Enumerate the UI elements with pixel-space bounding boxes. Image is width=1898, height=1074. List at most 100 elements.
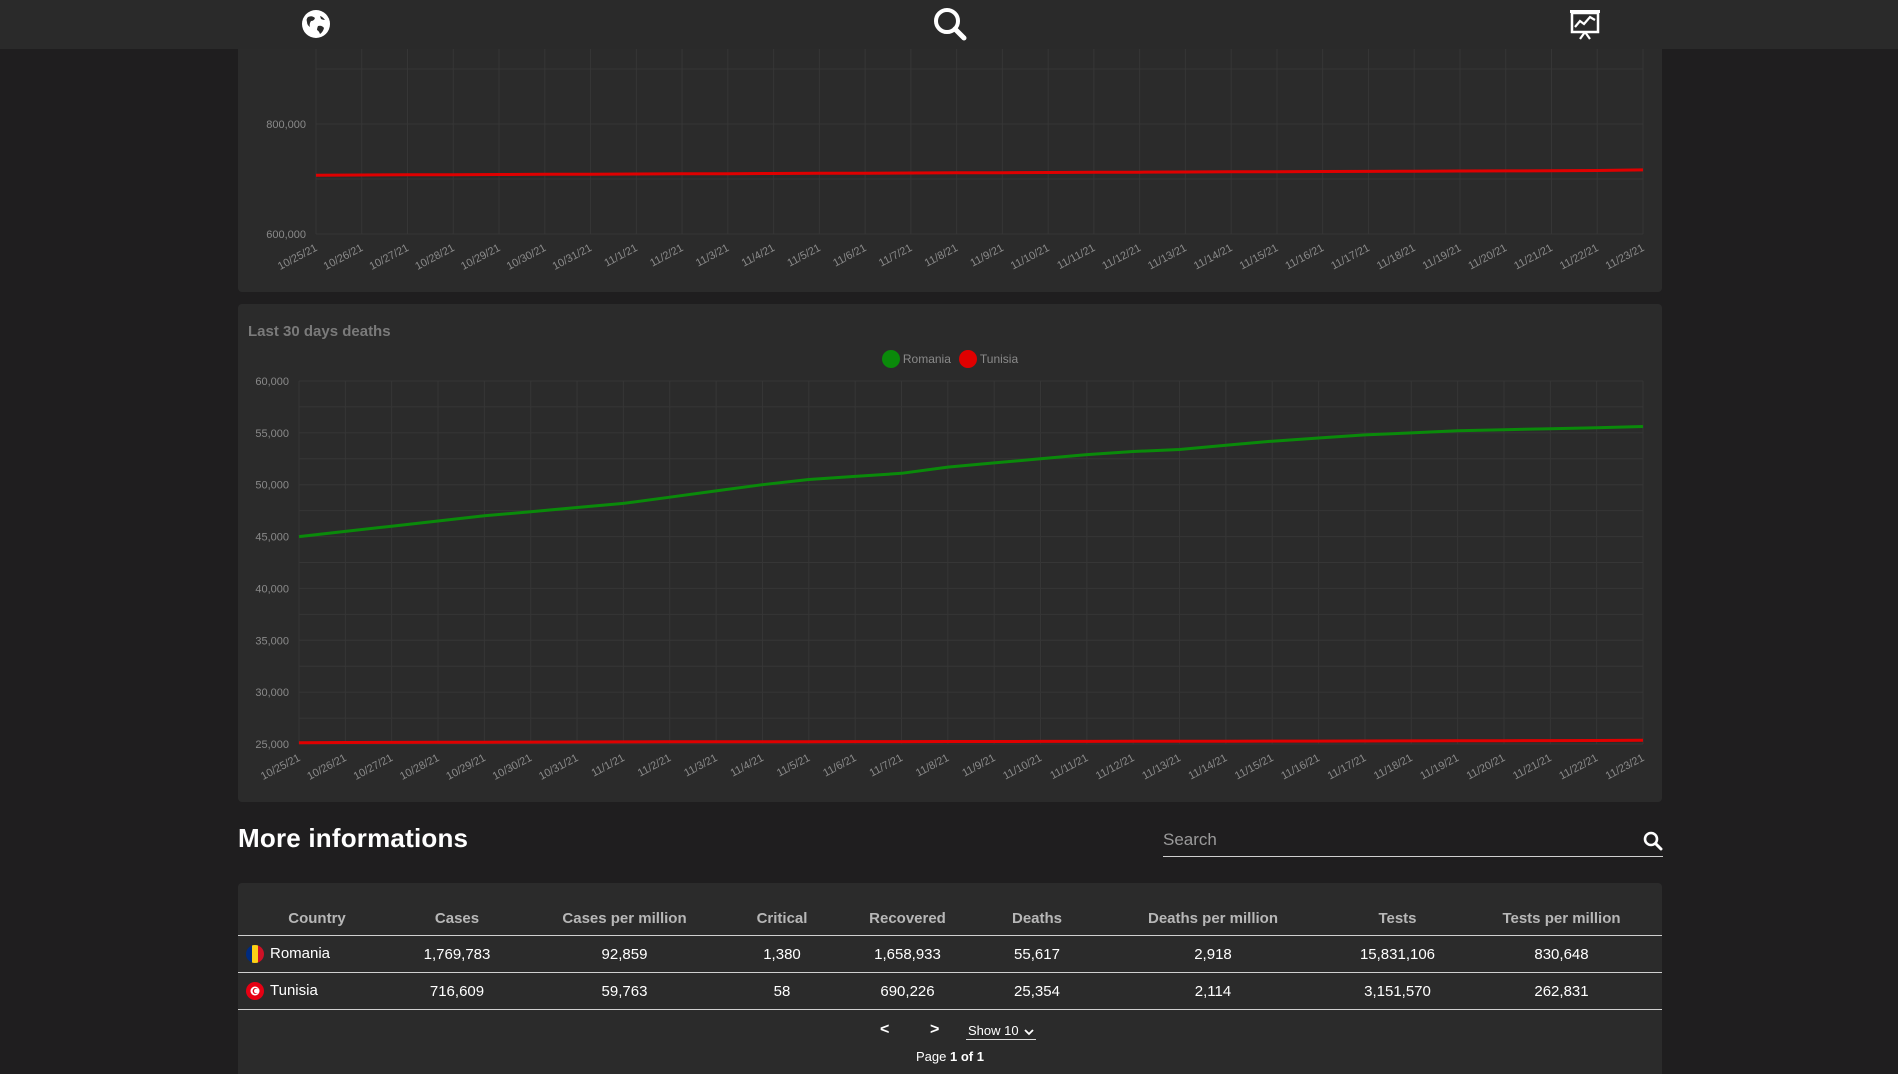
- legend-label: Tunisia: [979, 352, 1019, 366]
- page-info-value: 1 of 1: [950, 1049, 984, 1064]
- pagination: < > Show 10: [238, 1021, 1662, 1051]
- x-tick-label: 10/28/21: [413, 242, 456, 273]
- chart-title: Last 30 days deaths: [248, 323, 391, 340]
- series-line: [298, 425, 1644, 539]
- x-tick-label: 11/19/21: [1418, 752, 1461, 782]
- x-tick-label: 11/14/21: [1187, 752, 1230, 782]
- x-tick-label: 11/22/21: [1558, 242, 1601, 272]
- table-cell: 55,617: [982, 935, 1092, 973]
- series-line: [298, 738, 1644, 745]
- x-tick-label: 11/1/21: [589, 752, 626, 779]
- column-header[interactable]: Tests per million: [1461, 883, 1662, 936]
- x-tick-label: 11/18/21: [1375, 242, 1418, 272]
- search-box: [1163, 826, 1663, 857]
- x-tick-label: 10/25/21: [259, 752, 302, 783]
- country-cell: Tunisia: [238, 972, 396, 1010]
- x-tick-label: 11/11/21: [1055, 242, 1097, 272]
- x-tick-label: 10/30/21: [505, 242, 548, 273]
- column-header[interactable]: Critical: [731, 883, 833, 936]
- x-tick-label: 10/28/21: [398, 752, 441, 783]
- stats-table: Country Cases Cases per million Critical…: [238, 883, 1662, 1010]
- globe-icon[interactable]: [296, 4, 336, 44]
- table-cell: 1,769,783: [396, 935, 518, 973]
- table-cell: 2,918: [1092, 935, 1334, 973]
- x-tick-label: 11/7/21: [868, 752, 905, 779]
- legend-item-tunisia[interactable]: Tunisia: [958, 350, 1019, 368]
- page-info: Page 1 of 1: [238, 1049, 1662, 1064]
- country-name: Romania: [270, 944, 331, 962]
- y-tick-label: 30,000: [255, 687, 289, 699]
- column-header[interactable]: Tests: [1334, 883, 1461, 936]
- tunisia-flag-icon: [246, 982, 264, 1001]
- page-info-prefix: Page: [916, 1049, 947, 1064]
- x-tick-label: 11/10/21: [1009, 242, 1052, 272]
- x-tick-label: 10/31/21: [537, 752, 580, 783]
- x-tick-label: 11/3/21: [694, 242, 731, 269]
- y-tick-label: 40,000: [255, 583, 289, 595]
- next-page-button[interactable]: >: [930, 1021, 939, 1039]
- table-row[interactable]: Romania 1,769,783 92,859 1,380 1,658,933…: [238, 935, 1662, 973]
- x-tick-label: 10/30/21: [491, 752, 534, 783]
- legend-dot-romania: [881, 350, 900, 368]
- table-cell: 3,151,570: [1334, 972, 1461, 1010]
- y-tick-label: 25,000: [255, 739, 289, 751]
- deaths-chart-card: Last 30 days deaths Romania Tunisia 25,0…: [238, 304, 1662, 802]
- x-tick-label: 10/25/21: [276, 242, 319, 273]
- table-cell: 1,658,933: [833, 935, 982, 973]
- x-tick-label: 10/29/21: [444, 752, 487, 783]
- y-tick-label: 60,000: [255, 376, 289, 388]
- column-header[interactable]: Recovered: [833, 883, 982, 936]
- column-header[interactable]: Country: [238, 883, 396, 936]
- y-tick-label: 45,000: [255, 532, 289, 544]
- x-tick-label: 11/16/21: [1279, 752, 1322, 782]
- x-tick-label: 11/17/21: [1329, 242, 1372, 272]
- column-header[interactable]: Cases per million: [518, 883, 731, 936]
- y-tick-label: 50,000: [255, 480, 289, 492]
- table-cell: 1,380: [731, 935, 833, 973]
- x-tick-label: 11/2/21: [636, 752, 673, 779]
- x-tick-label: 10/27/21: [367, 242, 410, 273]
- x-tick-label: 10/27/21: [352, 752, 395, 783]
- x-tick-label: 11/18/21: [1372, 752, 1415, 782]
- x-tick-label: 10/26/21: [322, 242, 365, 273]
- x-tick-label: 11/19/21: [1421, 242, 1464, 272]
- top-navbar: [0, 0, 1898, 49]
- table-cell: 716,609: [396, 972, 518, 1010]
- x-tick-label: 11/5/21: [775, 752, 812, 779]
- search-icon[interactable]: [930, 4, 970, 44]
- search-input[interactable]: [1163, 826, 1623, 854]
- column-header[interactable]: Deaths per million: [1092, 883, 1334, 936]
- cases-chart-card: 600,000800,0001,000,0001,200,00010/25/21…: [238, 40, 1662, 292]
- page-size-select[interactable]: Show 10: [966, 1023, 1037, 1040]
- table-cell: 92,859: [518, 935, 731, 973]
- x-tick-label: 10/26/21: [305, 752, 348, 783]
- x-tick-label: 11/6/21: [821, 752, 858, 779]
- chart-legend: Romania Tunisia: [238, 350, 1662, 368]
- page-size-label: Show 10: [968, 1023, 1019, 1038]
- x-tick-label: 11/7/21: [877, 242, 914, 269]
- table-cell: 58: [731, 972, 833, 1010]
- x-tick-label: 11/12/21: [1094, 752, 1137, 782]
- column-header[interactable]: Deaths: [982, 883, 1092, 936]
- column-header[interactable]: Cases: [396, 883, 518, 936]
- x-tick-label: 11/8/21: [923, 242, 960, 269]
- x-tick-label: 10/29/21: [459, 242, 502, 273]
- table-row[interactable]: Tunisia 716,609 59,763 58 690,226 25,354…: [238, 972, 1662, 1010]
- x-tick-label: 11/23/21: [1604, 242, 1647, 272]
- prev-page-button[interactable]: <: [880, 1021, 889, 1039]
- country-name: Tunisia: [270, 981, 318, 999]
- table-cell: 25,354: [982, 972, 1092, 1010]
- presentation-chart-icon[interactable]: [1565, 4, 1605, 44]
- x-tick-label: 11/15/21: [1233, 752, 1276, 782]
- legend-item-romania[interactable]: Romania: [881, 350, 951, 368]
- x-tick-label: 11/5/21: [785, 242, 822, 269]
- legend-dot-tunisia: [958, 350, 977, 368]
- x-tick-label: 11/4/21: [740, 242, 777, 269]
- section-title: More informations: [238, 823, 469, 853]
- x-tick-label: 11/1/21: [602, 242, 639, 269]
- table-cell: 262,831: [1461, 972, 1662, 1010]
- search-icon[interactable]: [1643, 831, 1663, 856]
- x-tick-label: 11/20/21: [1465, 752, 1508, 782]
- x-tick-label: 11/20/21: [1466, 242, 1509, 272]
- x-tick-label: 11/13/21: [1140, 752, 1183, 782]
